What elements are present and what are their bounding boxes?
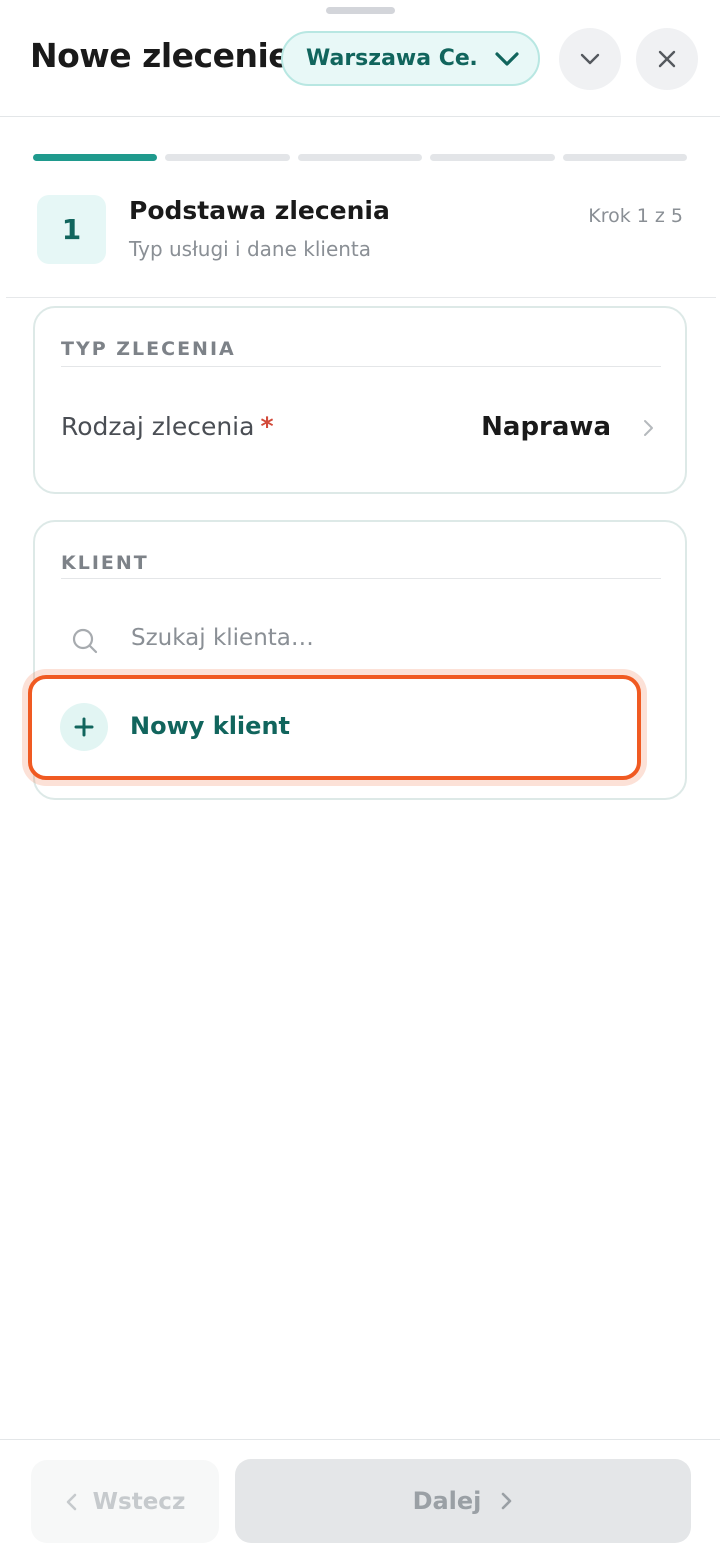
chevron-down-icon	[495, 52, 519, 66]
order-type-label-text: Rodzaj zlecenia	[61, 412, 255, 441]
next-button-label: Dalej	[412, 1487, 482, 1515]
progress-segment	[297, 154, 423, 161]
back-button-label: Wstecz	[92, 1488, 186, 1515]
plus-icon	[60, 703, 108, 751]
branch-select[interactable]: Warszawa Ce…	[281, 31, 540, 86]
chevron-down-icon	[580, 53, 600, 65]
close-button[interactable]	[636, 28, 698, 90]
search-icon	[72, 628, 98, 654]
order-type-card: TYP ZLECENIA Rodzaj zlecenia * Naprawa	[33, 306, 687, 494]
progress-segment	[562, 154, 688, 161]
chevron-right-icon	[502, 1492, 512, 1510]
page-title: Nowe zlecenie	[30, 36, 291, 75]
step-number-badge: 1	[37, 195, 106, 264]
order-type-field-label: Rodzaj zlecenia *	[61, 412, 274, 441]
section-label-order-type: TYP ZLECENIA	[61, 338, 236, 360]
order-type-value: Naprawa	[481, 412, 611, 442]
next-button[interactable]: Dalej	[235, 1459, 691, 1543]
collapse-button[interactable]	[559, 28, 621, 90]
chevron-right-icon	[644, 420, 653, 436]
progress-segment	[430, 154, 555, 161]
section-divider	[61, 366, 661, 367]
step-counter: Krok 1 z 5	[588, 205, 683, 227]
branch-select-value: Warszawa Ce…	[306, 46, 478, 71]
step-progress-bar	[33, 154, 688, 161]
new-client-button[interactable]: Nowy klient	[28, 675, 641, 780]
required-marker: *	[260, 412, 274, 441]
footer-bar: Wstecz Dalej	[0, 1439, 720, 1561]
section-divider	[61, 578, 661, 579]
client-search-input[interactable]: Szukaj klienta…	[61, 616, 661, 666]
divider	[6, 297, 716, 298]
search-placeholder: Szukaj klienta…	[131, 625, 314, 651]
new-client-label: Nowy klient	[130, 712, 290, 740]
chevron-left-icon	[66, 1493, 76, 1510]
progress-segment	[165, 154, 290, 161]
step-title: Podstawa zlecenia	[129, 196, 390, 225]
header: Nowe zlecenie Warszawa Ce…	[0, 0, 720, 117]
step-subtitle: Typ usługi i dane klienta	[129, 237, 372, 261]
close-icon	[658, 50, 676, 68]
progress-segment	[33, 154, 158, 161]
section-label-client: KLIENT	[61, 552, 149, 574]
back-button[interactable]: Wstecz	[31, 1460, 219, 1543]
